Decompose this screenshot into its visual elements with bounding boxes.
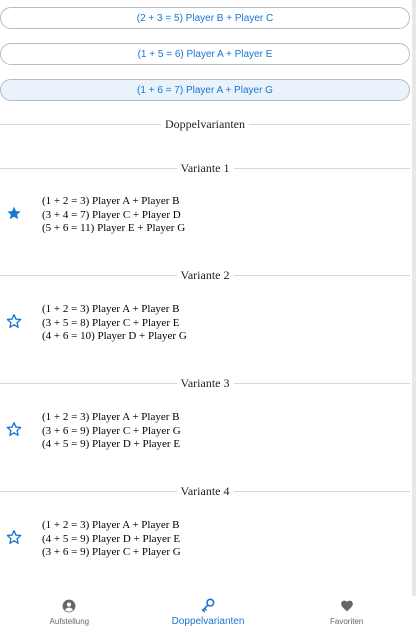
account-circle-icon: [62, 599, 76, 613]
variant-item: (1 + 2 = 3) Player A + Player B (3 + 6 =…: [0, 411, 410, 451]
variant-lines: (1 + 2 = 3) Player A + Player B (3 + 4 =…: [42, 195, 185, 236]
pair-label: (2 + 3 = 5) Player B + Player C: [136, 12, 274, 24]
variant-divider: Variante 2: [0, 267, 411, 283]
heart-icon: [340, 600, 353, 612]
variant-lines: (1 + 2 = 3) Player A + Player B (4 + 5 =…: [42, 519, 181, 560]
variant-line: (5 + 6 = 11) Player E + Player G: [42, 222, 186, 235]
variant-line: (3 + 6 = 9) Player C + Player G: [42, 546, 181, 559]
bottom-navigation: Aufstellung Doppelvarianten Favoriten: [0, 596, 416, 633]
variant-line: (1 + 2 = 3) Player A + Player B: [42, 519, 180, 531]
nav-label: Doppelvarianten: [171, 616, 245, 627]
nav-label: Favoriten: [330, 617, 364, 626]
variant-line: (3 + 6 = 9) Player C + Player G: [42, 424, 181, 437]
pair-label: (1 + 5 = 6) Player A + Player E: [137, 48, 273, 60]
pair-label: (1 + 6 = 7) Player A + Player G: [137, 84, 273, 96]
variant-line: (1 + 2 = 3) Player A + Player B: [42, 303, 180, 315]
variant-line: (3 + 4 = 7) Player C + Player D: [42, 208, 181, 221]
variant-divider: Variante 1: [0, 160, 411, 176]
variant-lines: (1 + 2 = 3) Player A + Player B (3 + 5 =…: [42, 303, 187, 344]
nav-item-favoriten[interactable]: Favoriten: [277, 596, 416, 633]
variant-title: Variante 1: [176, 160, 234, 176]
variant-line: (4 + 6 = 10) Player D + Player G: [42, 330, 187, 343]
variant-title: Variante 3: [176, 375, 234, 391]
variant-line: (4 + 5 = 9) Player D + Player E: [42, 532, 181, 545]
variant-title: Variante 2: [176, 267, 234, 283]
variant-line: (1 + 2 = 3) Player A + Player B: [42, 195, 180, 207]
variant-line: (4 + 5 = 9) Player D + Player E: [42, 438, 181, 451]
section-divider: Doppelvarianten: [0, 116, 410, 132]
nav-label: Aufstellung: [49, 617, 90, 626]
variant-lines: (1 + 2 = 3) Player A + Player B (3 + 6 =…: [42, 411, 181, 452]
variant-line: (3 + 5 = 8) Player C + Player E: [42, 316, 180, 329]
variant-item: (1 + 2 = 3) Player A + Player B (3 + 5 =…: [0, 303, 410, 343]
key-icon: [201, 598, 215, 613]
star-outline-icon[interactable]: [6, 421, 22, 437]
variant-item: (1 + 2 = 3) Player A + Player B (4 + 5 =…: [0, 519, 410, 559]
variant-divider: Variante 3: [0, 375, 411, 391]
variant-divider: Variante 4: [0, 483, 411, 499]
star-outline-icon[interactable]: [6, 313, 22, 329]
pair-button[interactable]: (2 + 3 = 5) Player B + Player C: [0, 7, 410, 29]
variant-item: (1 + 2 = 3) Player A + Player B (3 + 4 =…: [0, 195, 410, 235]
star-outline-icon[interactable]: [6, 529, 22, 545]
nav-item-doppelvarianten[interactable]: Doppelvarianten: [139, 596, 278, 633]
pair-button[interactable]: (1 + 5 = 6) Player A + Player E: [0, 43, 410, 65]
pair-button[interactable]: (1 + 6 = 7) Player A + Player G: [0, 79, 410, 101]
section-title: Doppelvarianten: [161, 116, 249, 132]
scrollbar[interactable]: [412, 0, 416, 596]
variant-title: Variante 4: [176, 483, 234, 499]
variant-line: (1 + 2 = 3) Player A + Player B: [42, 411, 180, 423]
nav-item-aufstellung[interactable]: Aufstellung: [0, 596, 139, 633]
star-filled-icon[interactable]: [6, 205, 22, 221]
